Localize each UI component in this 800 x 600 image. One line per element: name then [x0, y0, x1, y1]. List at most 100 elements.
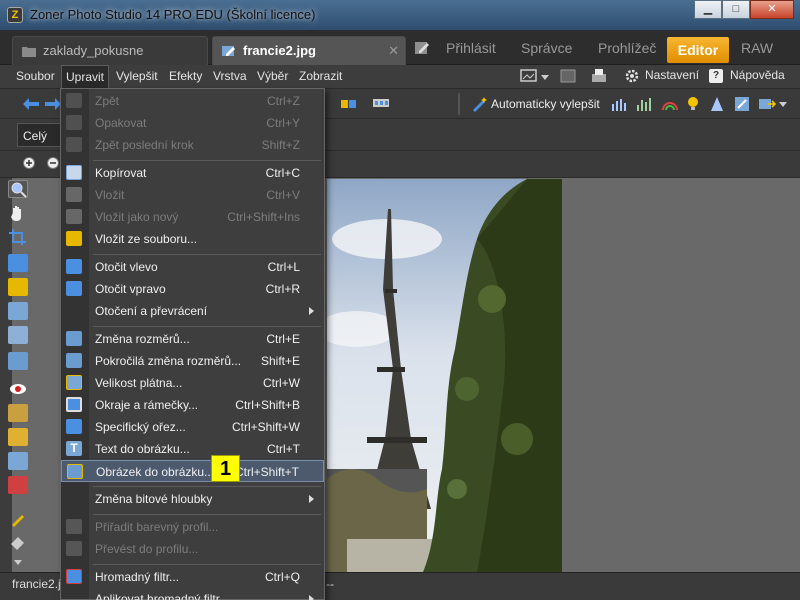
menu-item-shortcut: Ctrl+Shift+Ins [227, 210, 300, 224]
lightbulb-icon[interactable] [686, 96, 702, 112]
mode-raw[interactable]: RAW [741, 40, 773, 56]
menu-file[interactable]: Soubor [16, 69, 55, 83]
paste-new-icon [66, 209, 82, 224]
settings-menu[interactable]: Nastavení [645, 68, 699, 82]
menu-item-specific-crop[interactable]: Specifický ořez... Ctrl+Shift+W [61, 416, 324, 438]
menu-edit[interactable]: Upravit [61, 65, 110, 89]
menu-item-paste[interactable]: Vložit Ctrl+V [61, 184, 324, 206]
menu-item-paste-from-file[interactable]: Vložit ze souboru... [61, 228, 324, 250]
printer-icon[interactable] [590, 68, 608, 85]
brush-tool-icon[interactable] [8, 510, 28, 528]
photo-image [327, 179, 562, 572]
filmstrip-icon[interactable] [372, 98, 390, 108]
crop-tool-icon[interactable] [8, 228, 28, 246]
batch-filter-icon [66, 569, 82, 584]
menu-item-undo-last-step[interactable]: Zpět poslední krok Shift+Z [61, 134, 324, 156]
hand-tool-icon[interactable] [8, 204, 28, 222]
minimize-button[interactable]: ▁ [694, 0, 722, 19]
menu-item-label: Aplikovat hromadný filtr [95, 592, 220, 600]
menu-item-label: Otočit vpravo [95, 282, 166, 296]
canvas-size-icon [66, 375, 82, 390]
menu-item-label: Přiřadit barevný profil... [95, 520, 219, 534]
menu-item-paste-as-new[interactable]: Vložit jako nový Ctrl+Shift+Ins [61, 206, 324, 228]
menu-item-apply-batch-filter[interactable]: Aplikovat hromadný filtr [61, 588, 324, 600]
plus-tool-icon[interactable] [8, 476, 28, 494]
help-menu[interactable]: Nápověda [730, 68, 785, 82]
menu-layer[interactable]: Vrstva [213, 69, 247, 83]
tab-francie2[interactable]: francie2.jpg ✕ [212, 36, 406, 65]
menu-item-canvas-size[interactable]: Velikost plátna... Ctrl+W [61, 372, 324, 394]
close-tab-icon[interactable]: ✕ [388, 43, 399, 59]
menu-item-label: Specifický ořez... [95, 420, 186, 434]
mode-manager[interactable]: Správce [521, 40, 572, 56]
menu-item-advanced-resize[interactable]: Pokročilá změna rozměrů... Shift+E [61, 350, 324, 372]
menu-item-rotate-right[interactable]: Otočit vpravo Ctrl+R [61, 278, 324, 300]
text-tool-icon[interactable] [8, 278, 28, 296]
menu-item-convert-to-profile[interactable]: Převést do profilu... [61, 538, 324, 560]
selection-tool-icon[interactable] [8, 302, 28, 320]
retouch-brush-icon[interactable] [8, 452, 28, 470]
menu-item-image-to-image[interactable]: Obrázek do obrázku... Ctrl+Shift+T [61, 460, 324, 482]
mode-editor[interactable]: Editor [667, 37, 729, 63]
menu-separator [93, 160, 321, 161]
landscape-tool-icon[interactable] [8, 352, 28, 370]
chevron-down-icon[interactable] [779, 102, 787, 107]
window-title: Zoner Photo Studio 14 PRO EDU (Školní li… [30, 7, 316, 22]
info-panel-icon[interactable] [560, 68, 576, 84]
menu-item-rotate-left[interactable]: Otočit vlevo Ctrl+L [61, 256, 324, 278]
menu-item-resize[interactable]: Změna rozměrů... Ctrl+E [61, 328, 324, 350]
menu-item-copy[interactable]: Kopírovat Ctrl+C [61, 162, 324, 184]
screen-icon[interactable] [520, 69, 540, 85]
menu-item-label: Pokročilá změna rozměrů... [95, 354, 242, 368]
red-eye-tool-icon[interactable] [8, 380, 28, 398]
menu-separator [93, 254, 321, 255]
histogram-icon[interactable] [636, 96, 654, 112]
sharpen-icon[interactable] [710, 96, 724, 112]
export-icon[interactable] [758, 96, 776, 112]
step-callout-badge: 1 [211, 455, 240, 482]
menu-item-label: Hromadný filtr... [95, 570, 180, 584]
gear-icon [625, 69, 639, 83]
menu-item-assign-color-profile[interactable]: Přiřadit barevný profil... [61, 516, 324, 538]
arrow-left-icon[interactable] [22, 97, 40, 111]
rotate-left-icon [66, 259, 82, 274]
chevron-down-icon[interactable] [14, 560, 22, 565]
chevron-down-icon[interactable] [541, 75, 549, 80]
paste-file-icon [66, 231, 82, 246]
maximize-button[interactable]: □ [722, 0, 750, 19]
menu-item-batch-filter[interactable]: Hromadný filtr... Ctrl+Q [61, 566, 324, 588]
submenu-arrow-icon [309, 307, 314, 315]
mask-tool-icon[interactable] [8, 326, 28, 344]
menu-view[interactable]: Zobrazit [299, 69, 342, 83]
fill-tool-icon[interactable] [8, 534, 28, 552]
zoom-tool-icon[interactable] [8, 180, 28, 198]
menu-item-rotate-flip[interactable]: Otočení a převrácení [61, 300, 324, 322]
menu-item-label: Otočit vlevo [95, 260, 158, 274]
edit-mode-icon[interactable] [414, 40, 430, 56]
clone-stamp-icon[interactable] [8, 404, 28, 422]
zoom-in-icon[interactable] [22, 156, 38, 172]
menu-enhance[interactable]: Vylepšit [116, 69, 158, 83]
menu-item-bit-depth[interactable]: Změna bitové hloubky [61, 488, 324, 510]
tab-zaklady-pokusne[interactable]: zaklady_pokusne [12, 36, 208, 65]
menu-item-text-to-image[interactable]: T Text do obrázku... Ctrl+T [61, 438, 324, 460]
menu-item-label: Otočení a převrácení [95, 304, 208, 318]
color-profile-icon [66, 519, 82, 534]
zoom-select[interactable]: Celý [17, 123, 61, 147]
close-window-button[interactable]: ✕ [750, 0, 794, 19]
straighten-tool-icon[interactable] [8, 254, 28, 272]
healing-tool-icon[interactable] [8, 428, 28, 446]
layers-icon[interactable] [340, 96, 358, 112]
menu-item-undo[interactable]: Zpět Ctrl+Z [61, 90, 324, 112]
menu-item-borders-frames[interactable]: Okraje a rámečky... Ctrl+Shift+B [61, 394, 324, 416]
convert-profile-icon [66, 541, 82, 556]
menu-selection[interactable]: Výběr [257, 69, 288, 83]
levels-icon[interactable] [611, 96, 629, 112]
menu-item-redo[interactable]: Opakovat Ctrl+Y [61, 112, 324, 134]
menu-effects[interactable]: Efekty [169, 69, 202, 83]
auto-enhance-button[interactable]: Automaticky vylepšit [491, 97, 600, 111]
retouch-icon[interactable] [734, 96, 750, 112]
mode-viewer[interactable]: Prohlížeč [598, 40, 656, 56]
login-link[interactable]: Přihlásit [446, 40, 496, 56]
rainbow-icon[interactable] [661, 96, 679, 112]
